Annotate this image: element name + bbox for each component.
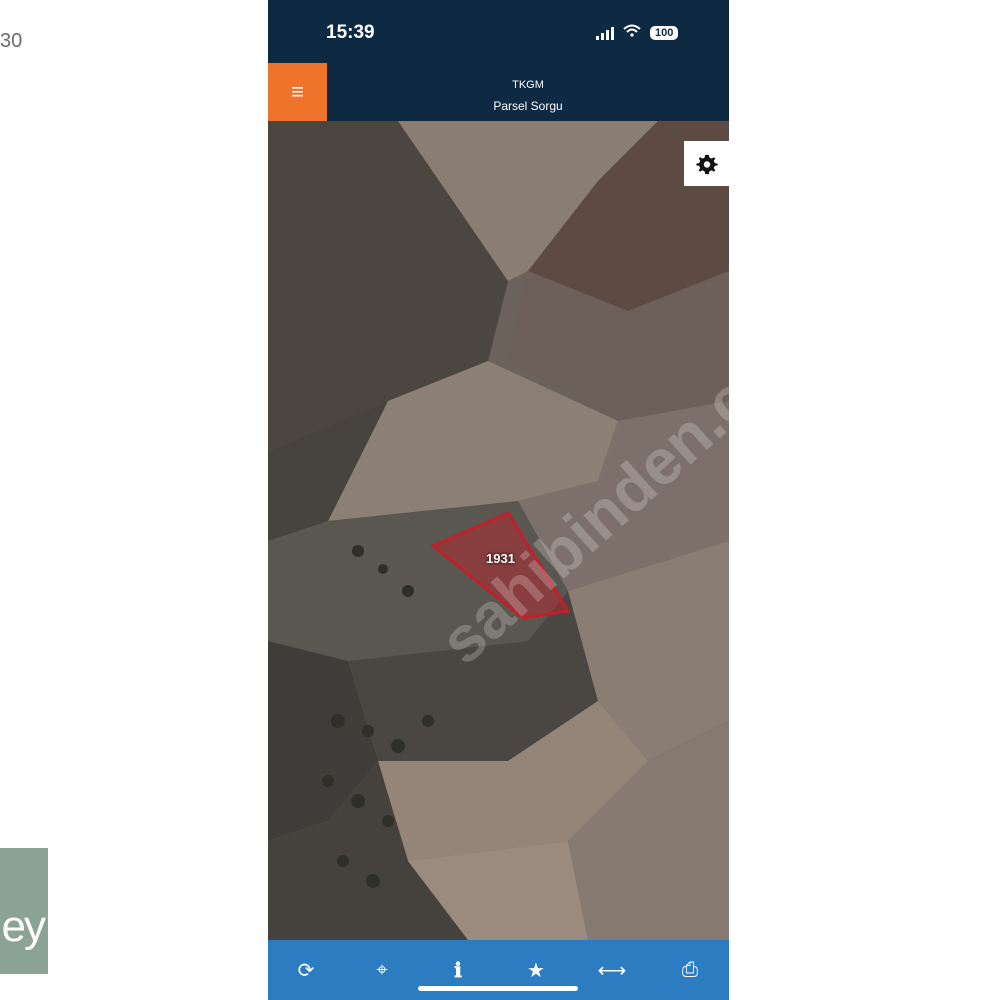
location-icon: ⌖	[376, 958, 388, 981]
home-indicator	[418, 986, 578, 991]
info-button[interactable]: ℹ	[430, 940, 486, 1000]
print-button[interactable]: ⎙	[662, 940, 718, 1000]
map-imagery	[268, 121, 729, 940]
status-time: 15:39	[326, 22, 375, 43]
print-icon: ⎙	[682, 958, 698, 981]
refresh-icon: ⟳	[297, 959, 315, 982]
status-icons: 100	[596, 24, 679, 42]
header-title: TKGM	[512, 79, 544, 91]
side-logo-text: ey	[1, 902, 47, 951]
status-bar: 15:39 100	[268, 0, 729, 63]
satellite-map[interactable]: sahibinden.com 1931	[268, 121, 729, 940]
parcel-label: 1931	[486, 551, 515, 566]
signal-icon	[596, 26, 614, 40]
star-icon: ★	[527, 959, 545, 982]
phone-screen: 15:39 100 ≡ TKGM Parsel Sorgu sahibinden…	[268, 0, 729, 1000]
hamburger-icon: ≡	[291, 79, 304, 104]
locate-button[interactable]: ⌖	[354, 940, 410, 1000]
gear-icon	[695, 154, 718, 174]
favorite-button[interactable]: ★	[508, 940, 564, 1000]
refresh-button[interactable]: ⟳	[278, 940, 334, 1000]
menu-button[interactable]: ≡	[268, 63, 327, 121]
battery-icon: 100	[650, 26, 679, 40]
info-icon: ℹ	[454, 959, 462, 982]
app-header: ≡ TKGM Parsel Sorgu	[268, 63, 729, 121]
bottom-toolbar: ⟳ ⌖ ℹ ★ ⟷ ⎙	[268, 940, 729, 1000]
measure-icon: ⟷	[597, 959, 627, 982]
wifi-icon	[623, 24, 641, 42]
side-time-fragment: 30	[0, 30, 23, 52]
measure-button[interactable]: ⟷	[584, 940, 640, 1000]
side-logo: ey	[0, 848, 48, 974]
header-subtitle: Parsel Sorgu	[493, 99, 563, 113]
settings-button[interactable]	[684, 141, 729, 186]
